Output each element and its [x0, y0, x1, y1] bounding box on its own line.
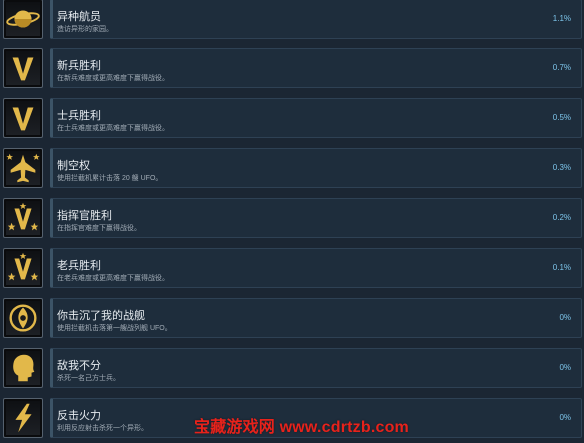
achievement-row: 指挥官胜利在指挥官难度下赢得战役。 0.2% — [0, 198, 584, 246]
chevron-star-rank-icon — [3, 198, 43, 238]
achievement-description: 利用反应射击杀死一个异形。 — [57, 425, 148, 432]
achievement-panel: 你击沉了我的战舰使用拦截机击落第一艘战列舰 UFO。 0% — [50, 298, 582, 338]
achievement-title: 制空权 — [57, 160, 90, 172]
achievement-description: 在士兵难度或更高难度下赢得战役。 — [57, 125, 169, 132]
achievement-title: 你击沉了我的战舰 — [57, 310, 145, 322]
unlock-percentage: 0% — [559, 313, 571, 322]
achievement-description: 在指挥官难度下赢得战役。 — [57, 225, 141, 232]
chevron-rank-icon — [3, 98, 43, 138]
achievement-description: 使用拦截机击落第一艘战列舰 UFO。 — [57, 325, 172, 332]
fighter-jet-icon — [3, 148, 43, 188]
achievement-description: 造访异形的家园。 — [57, 26, 113, 33]
head-silhouette-icon — [3, 348, 43, 388]
achievement-panel: 老兵胜利在老兵难度或更高难度下赢得战役。 0.1% — [50, 248, 582, 288]
achievement-row: 士兵胜利在士兵难度或更高难度下赢得战役。 0.5% — [0, 98, 584, 146]
achievement-row: 老兵胜利在老兵难度或更高难度下赢得战役。 0.1% — [0, 248, 584, 296]
achievement-panel: 异种航员造访异形的家园。 1.1% — [50, 0, 582, 39]
achievement-description: 杀死一名己方士兵。 — [57, 375, 120, 382]
achievement-row: 制空权使用拦截机累计击落 20 艘 UFO。 0.3% — [0, 148, 584, 196]
achievement-panel: 制空权使用拦截机累计击落 20 艘 UFO。 0.3% — [50, 148, 582, 188]
chevron-rank-icon — [3, 48, 43, 88]
achievement-title: 士兵胜利 — [57, 110, 101, 122]
achievement-row: 新兵胜利在新兵难度或更高难度下赢得战役。 0.7% — [0, 48, 584, 96]
unlock-percentage: 0.1% — [552, 263, 571, 272]
unlock-percentage: 1.1% — [552, 14, 571, 23]
unlock-percentage: 0.3% — [552, 163, 571, 172]
chevron-star-rank-icon — [3, 248, 43, 288]
achievement-list: 异种航员造访异形的家园。 1.1% 新兵胜利在新兵难度或更高难度下赢得战役。 0.7… — [0, 0, 584, 443]
achievement-row: 敌我不分杀死一名己方士兵。 0% — [0, 348, 584, 396]
unlock-percentage: 0.2% — [552, 213, 571, 222]
xcom-emblem-icon — [3, 298, 43, 338]
achievement-title: 敌我不分 — [57, 360, 101, 372]
achievement-title: 新兵胜利 — [57, 60, 101, 72]
achievement-row: 你击沉了我的战舰使用拦截机击落第一艘战列舰 UFO。 0% — [0, 298, 584, 346]
achievement-title: 指挥官胜利 — [57, 210, 112, 222]
unlock-percentage: 0.5% — [552, 113, 571, 122]
achievement-title: 反击火力 — [57, 410, 101, 422]
watermark-text: 宝藏游戏网 www.cdrtzb.com — [194, 419, 409, 436]
planet-icon — [3, 0, 43, 39]
unlock-percentage: 0% — [559, 413, 571, 422]
achievement-panel: 新兵胜利在新兵难度或更高难度下赢得战役。 0.7% — [50, 48, 582, 88]
achievement-description: 使用拦截机累计击落 20 艘 UFO。 — [57, 175, 163, 182]
achievement-panel: 敌我不分杀死一名己方士兵。 0% — [50, 348, 582, 388]
achievement-title: 异种航员 — [57, 11, 101, 23]
unlock-percentage: 0.7% — [552, 63, 571, 72]
achievement-title: 老兵胜利 — [57, 260, 101, 272]
achievement-description: 在新兵难度或更高难度下赢得战役。 — [57, 75, 169, 82]
lightning-bolt-icon — [3, 398, 43, 438]
achievement-panel: 指挥官胜利在指挥官难度下赢得战役。 0.2% — [50, 198, 582, 238]
achievement-row: 异种航员造访异形的家园。 1.1% — [0, 0, 584, 47]
achievement-description: 在老兵难度或更高难度下赢得战役。 — [57, 275, 169, 282]
unlock-percentage: 0% — [559, 363, 571, 372]
achievement-panel: 士兵胜利在士兵难度或更高难度下赢得战役。 0.5% — [50, 98, 582, 138]
